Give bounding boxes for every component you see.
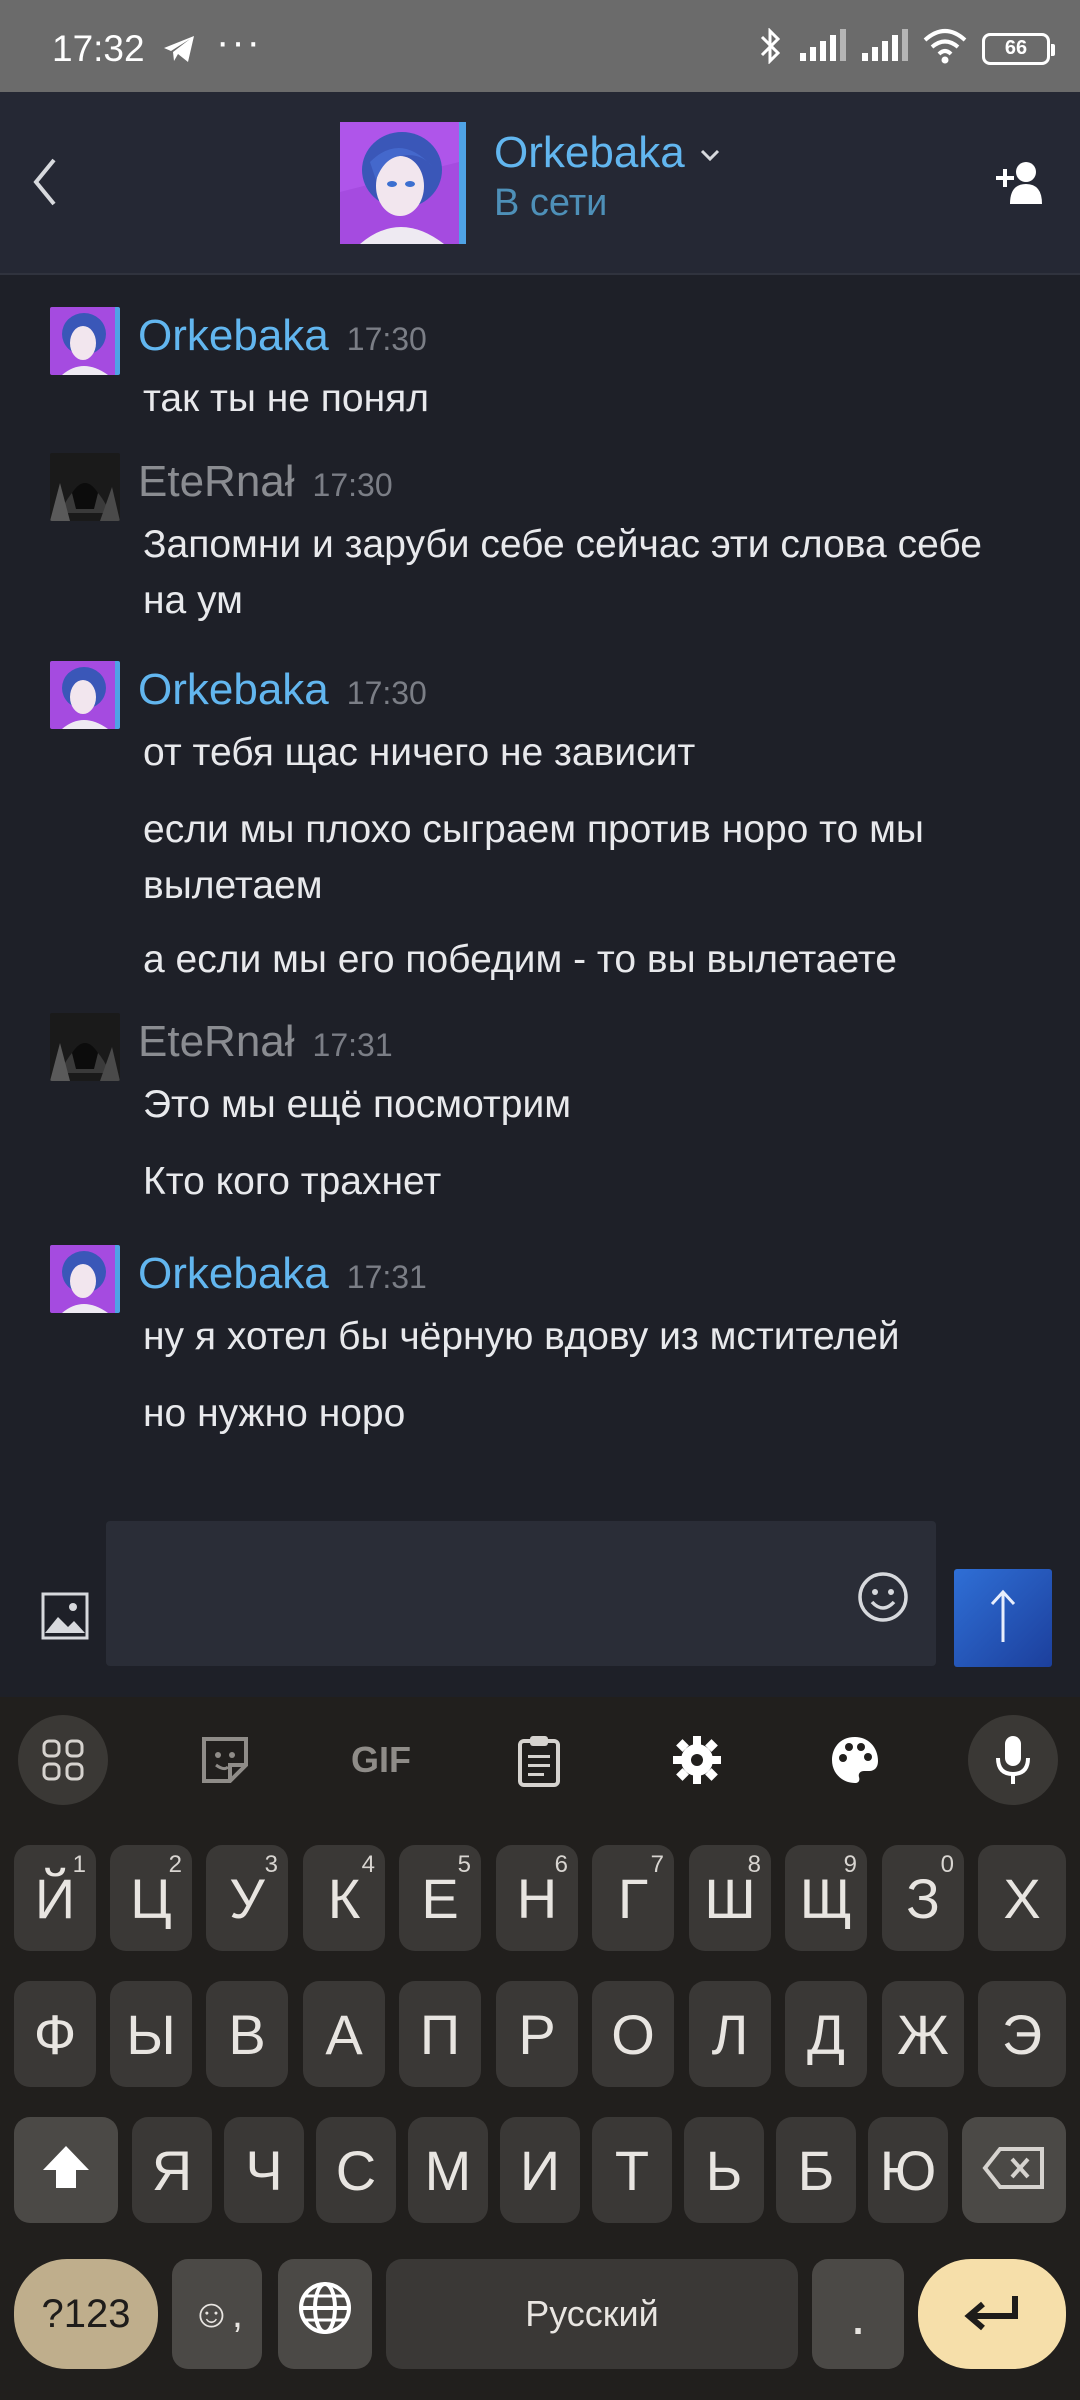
palette-icon[interactable] [810, 1715, 900, 1805]
message-text[interactable]: ну я хотел бы чёрную вдову из мстителей [143, 1309, 1023, 1365]
backspace-key[interactable] [962, 2117, 1066, 2223]
settings-gear-icon[interactable] [652, 1715, 742, 1805]
clipboard-icon[interactable] [494, 1715, 584, 1805]
key-д[interactable]: Д [785, 1981, 867, 2087]
shift-arrow-icon [41, 2138, 91, 2203]
contact-avatar[interactable] [340, 122, 466, 244]
key-р[interactable]: Р [496, 1981, 578, 2087]
key-ж[interactable]: Ж [882, 1981, 964, 2087]
avatar[interactable] [50, 307, 120, 375]
message-text[interactable]: но нужно норо [143, 1386, 1023, 1442]
symbols-key[interactable]: ?123 [14, 2259, 158, 2369]
contact-status: В сети [494, 182, 608, 224]
key-ч[interactable]: Ч [224, 2117, 304, 2223]
back-arrow-icon[interactable] [30, 152, 60, 217]
chevron-down-icon[interactable] [700, 148, 720, 166]
key-г[interactable]: Г7 [592, 1845, 674, 1951]
message-author[interactable]: Orkebaka 17:30 [138, 665, 427, 715]
message-timestamp: 17:31 [312, 1027, 393, 1063]
status-bar: 17:32 ··· 66 [0, 0, 1080, 92]
key-б[interactable]: Б [776, 2117, 856, 2223]
message-author[interactable]: Orkebaka 17:30 [138, 311, 427, 361]
avatar[interactable] [50, 1245, 120, 1313]
more-notifications: ··· [216, 20, 262, 64]
key-а[interactable]: А [303, 1981, 385, 2087]
key-и[interactable]: И [500, 2117, 580, 2223]
key-т[interactable]: Т [592, 2117, 672, 2223]
signal-icon [798, 29, 846, 68]
message-list[interactable]: Orkebaka 17:30 так ты не понял EteRnał 17:… [0, 277, 1080, 1517]
key-ы[interactable]: Ы [110, 1981, 192, 2087]
backspace-icon [982, 2138, 1046, 2203]
key-ц[interactable]: Ц2 [110, 1845, 192, 1951]
key-в[interactable]: В [206, 1981, 288, 2087]
message-text[interactable]: Кто кого трахнет [143, 1154, 1023, 1210]
message-author[interactable]: EteRnał 17:30 [138, 457, 393, 507]
key-щ[interactable]: Щ9 [785, 1845, 867, 1951]
message-timestamp: 17:30 [312, 467, 393, 503]
message-author[interactable]: Orkebaka 17:31 [138, 1249, 427, 1299]
period-key[interactable]: . [812, 2259, 904, 2369]
shift-key[interactable] [14, 2117, 118, 2223]
emoji-comma-key[interactable]: ☺, [172, 2259, 262, 2369]
chat-header: Orkebaka В сети [0, 92, 1080, 275]
message-text[interactable]: так ты не понял [143, 371, 1023, 427]
microphone-icon[interactable] [968, 1715, 1058, 1805]
telegram-icon [162, 34, 196, 69]
message-text[interactable]: Это мы ещё посмотрим [143, 1077, 1023, 1133]
add-friend-icon[interactable] [996, 160, 1044, 209]
key-ю[interactable]: Ю [868, 2117, 948, 2223]
key-у[interactable]: У3 [206, 1845, 288, 1951]
keyboard: GIF Й1 Ц2 У3 К4 Е5 Н6 Г7 Ш8 Щ9 З0 Х Ф Ы … [0, 1697, 1080, 2400]
send-button[interactable] [954, 1569, 1052, 1667]
battery-icon: 66 [982, 32, 1055, 65]
key-ш[interactable]: Ш8 [689, 1845, 771, 1951]
key-п[interactable]: П [399, 1981, 481, 2087]
key-с[interactable]: С [316, 2117, 396, 2223]
key-м[interactable]: М [408, 2117, 488, 2223]
sticker-icon[interactable] [180, 1715, 270, 1805]
key-ь[interactable]: Ь [684, 2117, 764, 2223]
arrow-up-icon [988, 1588, 1018, 1649]
enter-arrow-icon [963, 2282, 1021, 2347]
message-timestamp: 17:30 [346, 321, 427, 357]
space-key[interactable]: Русский [386, 2259, 798, 2369]
key-о[interactable]: О [592, 1981, 674, 2087]
wifi-icon [922, 28, 968, 69]
enter-key[interactable] [918, 2259, 1066, 2369]
message-text[interactable]: от тебя щас ничего не зависит [143, 725, 1023, 781]
message-timestamp: 17:31 [346, 1259, 427, 1295]
message-input[interactable] [106, 1521, 936, 1666]
signal-icon [860, 29, 908, 68]
globe-icon [297, 2280, 353, 2349]
key-з[interactable]: З0 [882, 1845, 964, 1951]
apps-grid-icon[interactable] [18, 1715, 108, 1805]
message-text[interactable]: если мы плохо сыграем против норо то мы … [143, 802, 1023, 914]
avatar[interactable] [50, 661, 120, 729]
key-й[interactable]: Й1 [14, 1845, 96, 1951]
key-л[interactable]: Л [689, 1981, 771, 2087]
avatar[interactable] [50, 453, 120, 521]
image-icon[interactable] [40, 1591, 90, 1646]
key-х[interactable]: Х [978, 1845, 1066, 1951]
bluetooth-icon [756, 27, 784, 69]
contact-name[interactable]: Orkebaka [494, 128, 685, 178]
key-н[interactable]: Н6 [496, 1845, 578, 1951]
smiley-icon[interactable] [856, 1570, 910, 1629]
message-text[interactable]: Запомни и заруби себе сейчас эти слова с… [143, 517, 1023, 629]
key-е[interactable]: Е5 [399, 1845, 481, 1951]
key-я[interactable]: Я [132, 2117, 212, 2223]
composer [0, 1517, 1080, 1697]
key-ф[interactable]: Ф [14, 1981, 96, 2087]
message-timestamp: 17:30 [346, 675, 427, 711]
key-к[interactable]: К4 [303, 1845, 385, 1951]
gif-button[interactable]: GIF [336, 1715, 426, 1805]
language-key[interactable] [278, 2259, 372, 2369]
key-э[interactable]: Э [978, 1981, 1066, 2087]
keyboard-toolbar: GIF [0, 1697, 1080, 1817]
message-text[interactable]: а если мы его победим - то вы вылетаете [143, 932, 1023, 988]
status-time: 17:32 [52, 28, 145, 69]
avatar[interactable] [50, 1013, 120, 1081]
message-author[interactable]: EteRnał 17:31 [138, 1017, 393, 1067]
